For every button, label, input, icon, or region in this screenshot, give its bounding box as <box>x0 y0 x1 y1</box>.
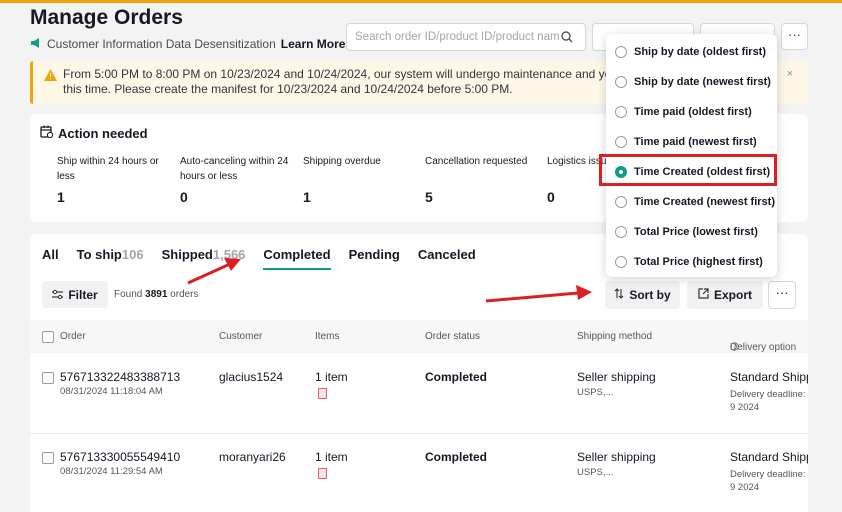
carrier: USPS,... <box>577 387 614 398</box>
tab-count: 1,566 <box>212 247 246 262</box>
sort-by-label: Sort by <box>629 288 671 302</box>
action-needed-title: Action needed <box>58 125 148 141</box>
delivery-deadline: Delivery deadline: 9 2024 <box>730 389 806 413</box>
delivery-option: Standard Shipping <box>730 450 808 464</box>
tab-count: 106 <box>121 247 144 262</box>
order-tabs: All To ship106 Shipped1,566 Completed Pe… <box>42 247 494 270</box>
sliders-icon <box>52 288 64 302</box>
sort-option-time-paid-oldest[interactable]: Time paid (oldest first) <box>606 97 777 127</box>
tab-shipped[interactable]: Shipped1,566 <box>162 247 246 270</box>
header-more-button[interactable]: ··· <box>781 23 808 50</box>
radio-button[interactable] <box>615 196 627 208</box>
export-label: Export <box>713 288 752 302</box>
metric-value: 0 <box>547 189 555 205</box>
order-date: 08/31/2024 11:29:54 AM <box>60 466 163 477</box>
order-id[interactable]: 576713330055549410 <box>60 450 180 464</box>
sort-option-ship-by-oldest[interactable]: Ship by date (oldest first) <box>606 37 777 67</box>
search-input[interactable] <box>355 31 560 43</box>
radio-button[interactable] <box>615 226 627 238</box>
filter-label: Filter <box>68 287 98 302</box>
metric-label: Auto-canceling within 24 hours or less <box>180 156 289 182</box>
sort-arrows-icon <box>614 288 624 302</box>
col-shipping-method: Shipping method <box>577 331 653 342</box>
shipping-method: Seller shipping <box>577 450 656 464</box>
sort-option-time-paid-newest[interactable]: Time paid (newest first) <box>606 127 777 157</box>
item-count: 1 item <box>315 370 348 384</box>
tab-to-ship[interactable]: To ship106 <box>77 247 144 270</box>
radio-button[interactable] <box>615 46 627 58</box>
metric-value: 5 <box>425 189 433 205</box>
metric-ship-within-24h[interactable]: Ship within 24 hours or less 1 <box>57 154 167 205</box>
sort-option-price-highest[interactable]: Total Price (highest first) <box>606 247 777 277</box>
found-count: Found 3891 orders <box>114 289 199 300</box>
metric-value: 1 <box>303 189 311 205</box>
tab-all[interactable]: All <box>42 247 59 270</box>
radio-button[interactable] <box>615 76 627 88</box>
col-customer: Customer <box>219 331 263 342</box>
radio-button[interactable] <box>615 106 627 118</box>
page-title: Manage Orders <box>30 6 183 29</box>
metric-cancellation-requested[interactable]: Cancellation requested 5 <box>425 154 535 205</box>
item-count: 1 item <box>315 450 348 464</box>
select-all-checkbox[interactable] <box>42 331 54 343</box>
help-icon[interactable]: ? <box>730 342 739 354</box>
metric-logistics-issue[interactable]: Logistics issue 0 <box>547 154 607 205</box>
col-order: Order <box>60 331 86 342</box>
search-icon[interactable] <box>560 30 574 44</box>
table-row[interactable]: 576713322483388713 08/31/2024 11:18:04 A… <box>30 354 808 434</box>
megaphone-icon <box>30 37 42 51</box>
metric-value: 0 <box>180 189 188 205</box>
metric-shipping-overdue[interactable]: Shipping overdue 1 <box>303 154 413 205</box>
tab-pending[interactable]: Pending <box>349 247 400 270</box>
desensitization-text: Customer Information Data Desensitizatio… <box>47 37 276 51</box>
order-date: 08/31/2024 11:18:04 AM <box>60 386 163 397</box>
table-row[interactable]: 576713330055549410 08/31/2024 11:29:54 A… <box>30 434 808 512</box>
sort-option-time-created-newest[interactable]: Time Created (newest first) <box>606 187 777 217</box>
radio-button[interactable] <box>615 256 627 268</box>
svg-text:?: ? <box>733 344 736 351</box>
export-button[interactable]: Export <box>687 281 763 309</box>
warning-icon <box>44 69 57 81</box>
row-checkbox[interactable] <box>42 452 54 464</box>
delivery-option: Standard Shipping <box>730 370 808 384</box>
close-icon[interactable]: × <box>787 67 793 82</box>
metric-label: Logistics issue <box>547 156 607 167</box>
customer-name: glacius1524 <box>219 370 284 384</box>
order-status: Completed <box>425 370 488 384</box>
action-needed-header: Action needed <box>40 125 148 141</box>
table-header: Order Customer Items Order status Shippi… <box>30 320 808 354</box>
metric-label: Ship within 24 hours or less <box>57 156 159 182</box>
sort-by-button[interactable]: Sort by <box>605 281 680 309</box>
export-icon <box>698 288 709 302</box>
order-status: Completed <box>425 450 488 464</box>
carrier: USPS,... <box>577 467 614 478</box>
desensitization-notice: Customer Information Data Desensitizatio… <box>30 37 345 51</box>
shipping-method: Seller shipping <box>577 370 656 384</box>
col-order-status: Order status <box>425 331 481 342</box>
metric-label: Cancellation requested <box>425 156 528 167</box>
toolbar-more-button[interactable]: ··· <box>768 281 796 309</box>
delivery-deadline: Delivery deadline: 9 2024 <box>730 469 806 493</box>
metric-auto-canceling[interactable]: Auto-canceling within 24 hours or less 0 <box>180 154 290 205</box>
calendar-icon <box>40 125 54 141</box>
metric-value: 1 <box>57 189 65 205</box>
learn-more-link[interactable]: Learn More <box>281 37 346 51</box>
filter-button[interactable]: Filter <box>42 281 108 308</box>
metric-label: Shipping overdue <box>303 156 381 167</box>
customer-name: moranyari26 <box>219 450 286 464</box>
product-thumbnail[interactable] <box>318 388 327 399</box>
product-thumbnail[interactable] <box>318 468 327 479</box>
sort-option-ship-by-newest[interactable]: Ship by date (newest first) <box>606 67 777 97</box>
tab-completed[interactable]: Completed <box>263 247 331 270</box>
row-checkbox[interactable] <box>42 372 54 384</box>
search-box[interactable] <box>346 23 586 51</box>
order-id[interactable]: 576713322483388713 <box>60 370 180 384</box>
col-items: Items <box>315 331 340 342</box>
tab-canceled[interactable]: Canceled <box>418 247 476 270</box>
sort-option-price-lowest[interactable]: Total Price (lowest first) <box>606 217 777 247</box>
selected-option-highlight <box>599 154 777 186</box>
radio-button[interactable] <box>615 136 627 148</box>
top-accent-line <box>0 0 842 3</box>
